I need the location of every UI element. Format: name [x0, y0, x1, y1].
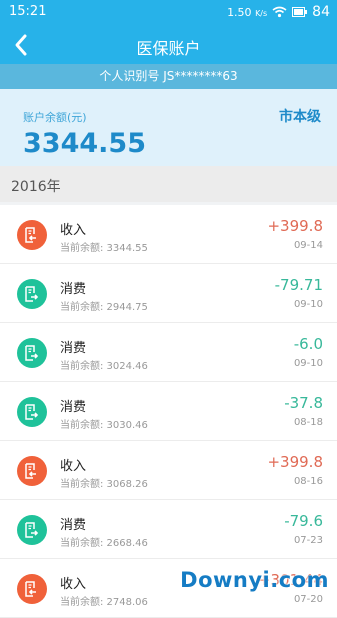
page-title: 医保账户 — [136, 39, 201, 58]
wifi-icon — [272, 6, 287, 18]
transaction-type: 消费 — [60, 341, 87, 356]
expense-icon — [17, 279, 47, 309]
transaction-row[interactable]: 消费当前余额: 2668.46 -79.6 07-23 — [0, 500, 337, 559]
network-speed: 1.50 K/s — [227, 6, 267, 19]
transaction-amount: -79.6 — [284, 512, 323, 530]
transaction-balance: 当前余额: 3030.46 — [60, 420, 148, 431]
transaction-row[interactable]: 消费当前余额: 3024.46 -6.0 09-10 — [0, 323, 337, 382]
balance-label: 账户余额(元) — [23, 111, 87, 124]
battery-level: 84 — [312, 4, 330, 20]
year-label: 2016年 — [11, 179, 61, 195]
year-header: 2016年 — [0, 166, 337, 202]
battery-icon — [292, 7, 308, 17]
personal-id-bar: 个人识别号 JS********63 — [0, 64, 337, 89]
transaction-type: 消费 — [60, 400, 87, 415]
transaction-amount: +399.8 — [267, 217, 323, 235]
income-icon — [17, 456, 47, 486]
status-icons: 1.50 K/s 84 — [227, 4, 330, 20]
transaction-row[interactable]: 收入当前余额: 3344.55 +399.8 09-14 — [0, 205, 337, 264]
transaction-amount: -79.71 — [274, 276, 323, 294]
transaction-type: 收入 — [60, 459, 87, 474]
transaction-row[interactable]: 收入当前余额: 3068.26 +399.8 08-16 — [0, 441, 337, 500]
transaction-date: 09-14 — [293, 240, 323, 251]
transaction-row[interactable]: 消费当前余额: 2944.75 -79.71 09-10 — [0, 264, 337, 323]
transaction-balance: 当前余额: 2748.06 — [60, 597, 148, 608]
transaction-date: 09-10 — [293, 358, 323, 369]
expense-icon — [17, 397, 47, 427]
transaction-type: 消费 — [60, 518, 87, 533]
transaction-date: 09-10 — [293, 299, 323, 310]
transaction-balance: 当前余额: 3344.55 — [60, 243, 148, 254]
transaction-type: 消费 — [60, 282, 87, 297]
network-speed-unit: K/s — [255, 8, 268, 18]
transaction-amount: -37.8 — [284, 394, 323, 412]
balance-amount: 3344.55 — [23, 128, 146, 159]
transaction-date: 08-16 — [293, 476, 323, 487]
transaction-date: 08-18 — [293, 417, 323, 428]
network-speed-value: 1.50 — [227, 5, 252, 19]
expense-icon — [17, 515, 47, 545]
transaction-balance: 当前余额: 3068.26 — [60, 479, 148, 490]
status-bar: 15:21 1.50 K/s 84 — [0, 0, 337, 26]
transaction-balance: 当前余额: 3024.46 — [60, 361, 148, 372]
watermark-logo: Downyi.com — [180, 568, 329, 592]
income-icon — [17, 220, 47, 250]
balance-card: 账户余额(元) 3344.55 市本级 — [0, 89, 337, 166]
transaction-date: 07-23 — [293, 535, 323, 546]
transaction-type: 收入 — [60, 577, 87, 592]
status-time: 15:21 — [9, 4, 47, 19]
transaction-amount: +399.8 — [267, 453, 323, 471]
transaction-balance: 当前余额: 2668.46 — [60, 538, 148, 549]
transaction-list: 收入 当前余额: 3344.55 +399.8 09-14 消费 当前余额: 2944.7… — [0, 205, 337, 618]
title-bar: 医保账户 — [0, 26, 337, 64]
transaction-type: 收入 — [60, 223, 87, 238]
transaction-amount: -6.0 — [293, 335, 323, 353]
expense-icon — [17, 338, 47, 368]
transaction-row[interactable]: 消费当前余额: 3030.46 -37.8 08-18 — [0, 382, 337, 441]
transaction-balance: 当前余额: 2944.75 — [60, 302, 148, 313]
account-level: 市本级 — [279, 109, 321, 125]
